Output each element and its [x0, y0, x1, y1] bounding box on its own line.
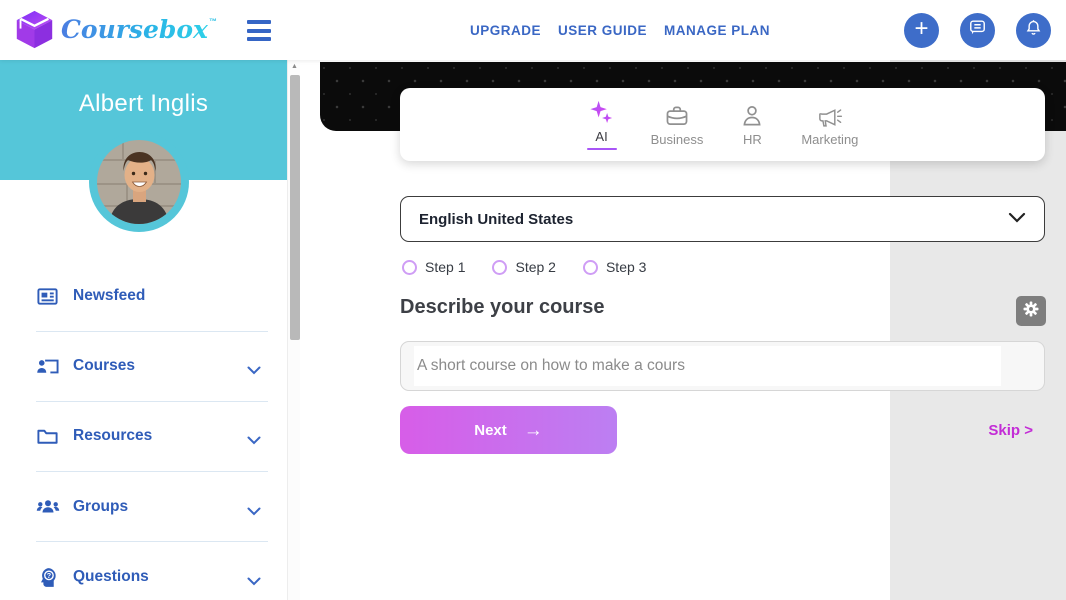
svg-text:?: ? [47, 572, 51, 580]
courses-icon [36, 354, 60, 378]
coursebox-cube-icon [14, 9, 55, 55]
active-tab-underline [587, 148, 617, 151]
coursebox-logo[interactable]: Coursebox ™ [14, 9, 217, 55]
header-nav: UPGRADE USER GUIDE MANAGE PLAN [470, 0, 770, 60]
avatar[interactable] [97, 140, 181, 224]
sidebar-item-courses[interactable]: Courses [0, 346, 287, 386]
radio-icon[interactable] [402, 260, 417, 275]
upgrade-link[interactable]: UPGRADE [470, 23, 541, 38]
next-button-label: Next [474, 422, 507, 439]
groups-icon [36, 495, 60, 519]
header-actions: + [904, 13, 1051, 48]
course-description-field-wrap [400, 341, 1045, 391]
language-select-value: English United States [419, 211, 573, 228]
tab-hr[interactable]: HR [737, 102, 767, 147]
chevron-down-icon [247, 432, 261, 450]
language-select[interactable]: English United States [400, 196, 1045, 242]
sidebar-divider [36, 331, 268, 332]
step-label: Step 2 [515, 259, 555, 275]
questions-icon: ? [36, 565, 60, 589]
sidebar-item-label: Newsfeed [73, 287, 145, 305]
sidebar-scrollbar[interactable]: ▲ [287, 60, 300, 600]
course-description-input[interactable] [401, 342, 1044, 390]
person-icon [739, 102, 765, 130]
radio-icon[interactable] [492, 260, 507, 275]
tab-marketing[interactable]: Marketing [801, 102, 858, 147]
gear-icon [1022, 300, 1040, 323]
tab-label: AI [595, 129, 607, 144]
newsfeed-icon [36, 284, 60, 308]
briefcase-icon [664, 102, 690, 130]
sidebar-divider [36, 541, 268, 542]
chevron-down-icon [247, 573, 261, 591]
user-guide-link[interactable]: USER GUIDE [558, 23, 647, 38]
step-2-option[interactable]: Step 2 [492, 259, 555, 275]
chevron-down-icon [247, 503, 261, 521]
scroll-up-arrow-icon[interactable]: ▲ [288, 63, 301, 70]
top-header: Coursebox ™ UPGRADE USER GUIDE MANAGE PL… [0, 0, 1066, 60]
megaphone-icon [816, 102, 843, 130]
sidebar-item-newsfeed[interactable]: Newsfeed [0, 276, 287, 316]
page-title: Describe your course [400, 296, 605, 319]
arrow-right-icon: → [524, 421, 543, 440]
notifications-button[interactable] [1016, 13, 1051, 48]
tab-label: Business [651, 132, 704, 147]
step-3-option[interactable]: Step 3 [583, 259, 646, 275]
sidebar-divider [36, 401, 268, 402]
messages-button[interactable] [960, 13, 995, 48]
tab-ai[interactable]: AI [587, 99, 617, 151]
app-root: Coursebox ™ UPGRADE USER GUIDE MANAGE PL… [0, 0, 1066, 600]
sparkles-icon [588, 99, 615, 127]
step-label: Step 1 [425, 259, 465, 275]
sidebar-item-questions[interactable]: ? Questions [0, 557, 287, 597]
sidebar-item-resources[interactable]: Resources [0, 416, 287, 456]
plus-icon: + [914, 17, 928, 41]
settings-button[interactable] [1016, 296, 1046, 326]
step-label: Step 3 [606, 259, 646, 275]
chevron-down-icon [247, 362, 261, 380]
scrollbar-thumb[interactable] [290, 75, 300, 340]
tab-label: Marketing [801, 132, 858, 147]
sidebar-item-label: Groups [73, 498, 128, 516]
chevron-down-icon [1008, 210, 1026, 228]
bell-icon [1024, 18, 1043, 42]
tab-business[interactable]: Business [651, 102, 704, 147]
brand-name: Coursebox [61, 9, 208, 51]
radio-icon[interactable] [583, 260, 598, 275]
sidebar: Albert Inglis [0, 60, 287, 600]
step-selector: Step 1 Step 2 Step 3 [402, 259, 646, 275]
skip-link[interactable]: Skip > [988, 422, 1033, 439]
chat-icon [968, 18, 987, 42]
user-name: Albert Inglis [0, 90, 287, 118]
sidebar-item-label: Resources [73, 427, 152, 445]
sidebar-item-label: Questions [73, 568, 149, 586]
sidebar-divider [36, 471, 268, 472]
category-tabs-card: AI Business HR [400, 88, 1045, 161]
resources-icon [36, 424, 60, 448]
sidebar-item-label: Courses [73, 357, 135, 375]
sidebar-item-groups[interactable]: Groups [0, 487, 287, 527]
create-new-button[interactable]: + [904, 13, 939, 48]
next-button[interactable]: Next → [400, 406, 617, 454]
step-1-option[interactable]: Step 1 [402, 259, 465, 275]
tab-label: HR [743, 132, 762, 147]
brand-trademark: ™ [209, 17, 217, 26]
manage-plan-link[interactable]: MANAGE PLAN [664, 23, 770, 38]
menu-toggle-button[interactable] [247, 20, 271, 41]
